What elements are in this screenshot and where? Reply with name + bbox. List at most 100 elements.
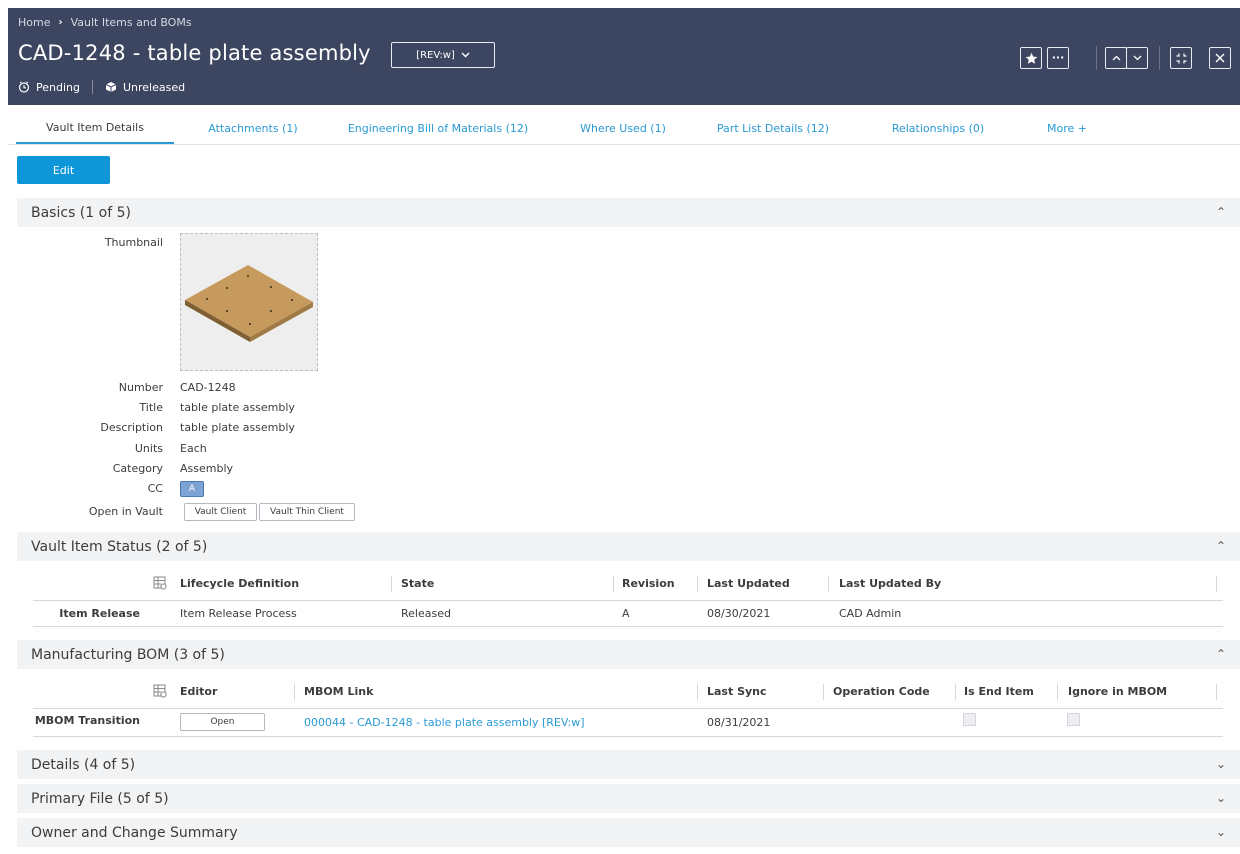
column-header: Revision	[622, 577, 675, 590]
tab-relationships[interactable]: Relationships (0)	[873, 113, 1003, 144]
divider	[91, 80, 93, 94]
chevron-up-icon: ⌃	[1215, 539, 1226, 553]
field-category: Assembly	[180, 462, 234, 475]
column-header: Operation Code	[833, 685, 930, 698]
column-header: Last Updated By	[839, 577, 942, 590]
chevron-down-icon	[1133, 55, 1141, 61]
mbom-link[interactable]: 000044 - CAD-1248 - table plate assembly…	[304, 716, 585, 729]
edit-button[interactable]: Edit	[17, 156, 110, 184]
section-primary-file[interactable]: Primary File (5 of 5) ⌄	[17, 784, 1240, 813]
tab-attachments[interactable]: Attachments (1)	[178, 113, 328, 144]
collapse-icon	[1176, 53, 1186, 63]
column-header: Ignore in MBOM	[1068, 685, 1168, 698]
tab-more[interactable]: More +	[1032, 113, 1102, 144]
field-label: Description	[100, 421, 163, 434]
chevron-down-icon	[461, 52, 470, 58]
tab-vault-item-details[interactable]: Vault Item Details	[16, 113, 174, 144]
section-title: Primary File (5 of 5)	[31, 790, 169, 807]
chevron-down-icon: ⌄	[1215, 791, 1226, 805]
revision-select[interactable]: [REV:w]	[391, 42, 495, 68]
section-basics[interactable]: Basics (1 of 5) ⌃	[17, 198, 1240, 227]
table-header-divider	[33, 600, 1223, 601]
cc-label: CC	[147, 482, 163, 495]
chevron-down-icon: ⌄	[1215, 825, 1226, 839]
column-header: Editor	[180, 685, 218, 698]
column-divider	[828, 576, 829, 592]
divider	[1159, 46, 1160, 70]
column-divider	[1216, 684, 1217, 700]
ignore-in-mbom-checkbox	[1067, 713, 1080, 726]
column-divider	[613, 576, 614, 592]
workflow-status: Pending	[36, 80, 80, 94]
breadcrumb-home[interactable]: Home	[18, 16, 50, 29]
field-label: Number	[118, 381, 163, 394]
collapse-button[interactable]	[1170, 47, 1192, 69]
section-title: Details (4 of 5)	[31, 756, 136, 773]
vault-client-button[interactable]: Vault Client	[184, 503, 257, 521]
chevron-right-icon: ›	[58, 17, 63, 28]
section-vault-item-status[interactable]: Vault Item Status (2 of 5) ⌃	[17, 532, 1240, 561]
lifecycle-definition: Item Release Process	[180, 607, 297, 620]
column-divider	[1216, 576, 1217, 592]
revision-cell: A	[622, 607, 630, 620]
cc-badge[interactable]: A	[180, 481, 204, 497]
last-sync: 08/31/2021	[707, 716, 771, 729]
column-divider	[391, 576, 392, 592]
star-icon	[1025, 52, 1037, 64]
previous-item-button[interactable]	[1105, 47, 1127, 69]
section-manufacturing-bom[interactable]: Manufacturing BOM (3 of 5) ⌃	[17, 640, 1240, 669]
column-header: Is End Item	[964, 685, 1034, 698]
thumbnail-label: Thumbnail	[104, 236, 163, 249]
page-title: CAD-1248 - table plate assembly	[18, 41, 371, 65]
section-owner-change-summary[interactable]: Owner and Change Summary ⌄	[17, 818, 1240, 847]
is-end-item-checkbox	[963, 713, 976, 726]
section-details[interactable]: Details (4 of 5) ⌄	[17, 750, 1240, 779]
row-label: Item Release	[59, 607, 140, 620]
table-row-divider	[33, 626, 1223, 627]
column-divider	[823, 684, 824, 700]
column-header: MBOM Link	[304, 685, 374, 698]
table-header-divider	[33, 708, 1223, 709]
column-divider	[294, 684, 295, 700]
divider	[1096, 46, 1097, 70]
section-title: Basics (1 of 5)	[31, 204, 131, 221]
page-header: Home › Vault Items and BOMs CAD-1248 - t…	[8, 8, 1240, 105]
column-header: Last Updated	[707, 577, 790, 590]
field-label: Category	[112, 462, 163, 475]
cube-icon	[105, 82, 117, 92]
bookmark-button[interactable]	[1020, 47, 1042, 69]
thumbnail-image[interactable]	[180, 233, 318, 371]
section-title: Owner and Change Summary	[31, 824, 238, 841]
tab-part-list-details[interactable]: Part List Details (12)	[708, 113, 838, 144]
open-in-vault-label: Open in Vault	[88, 505, 163, 518]
next-item-button[interactable]	[1126, 47, 1148, 69]
tab-engineering-bom[interactable]: Engineering Bill of Materials (12)	[338, 113, 538, 144]
column-divider	[1057, 684, 1058, 700]
section-title: Vault Item Status (2 of 5)	[31, 538, 208, 555]
column-divider	[955, 684, 956, 700]
field-title: table plate assembly	[180, 401, 295, 414]
chevron-down-icon: ⌄	[1215, 757, 1226, 771]
vault-thin-client-button[interactable]: Vault Thin Client	[259, 503, 355, 521]
tab-where-used[interactable]: Where Used (1)	[558, 113, 688, 144]
table-settings-icon[interactable]	[153, 576, 167, 590]
field-units: Each	[180, 442, 207, 455]
close-button[interactable]	[1209, 47, 1231, 69]
field-number: CAD-1248	[180, 381, 236, 394]
field-label: Units	[134, 442, 163, 455]
open-editor-button[interactable]: Open	[180, 713, 265, 731]
column-divider	[697, 576, 698, 592]
close-icon	[1215, 53, 1225, 63]
table-row-divider	[33, 736, 1223, 737]
tab-bar: Vault Item Details Attachments (1) Engin…	[8, 113, 1240, 145]
column-header: Lifecycle Definition	[180, 577, 300, 590]
revision-value: [REV:w]	[416, 49, 455, 61]
breadcrumb-vault-items[interactable]: Vault Items and BOMs	[71, 16, 192, 29]
row-label: MBOM Transition	[34, 714, 140, 727]
plate-thumbnail	[185, 265, 313, 342]
more-actions-button[interactable]: ···	[1047, 47, 1069, 69]
chevron-up-icon: ⌃	[1215, 647, 1226, 661]
table-settings-icon[interactable]	[153, 684, 167, 698]
state-value: Released	[401, 607, 451, 620]
chevron-up-icon	[1112, 55, 1120, 61]
